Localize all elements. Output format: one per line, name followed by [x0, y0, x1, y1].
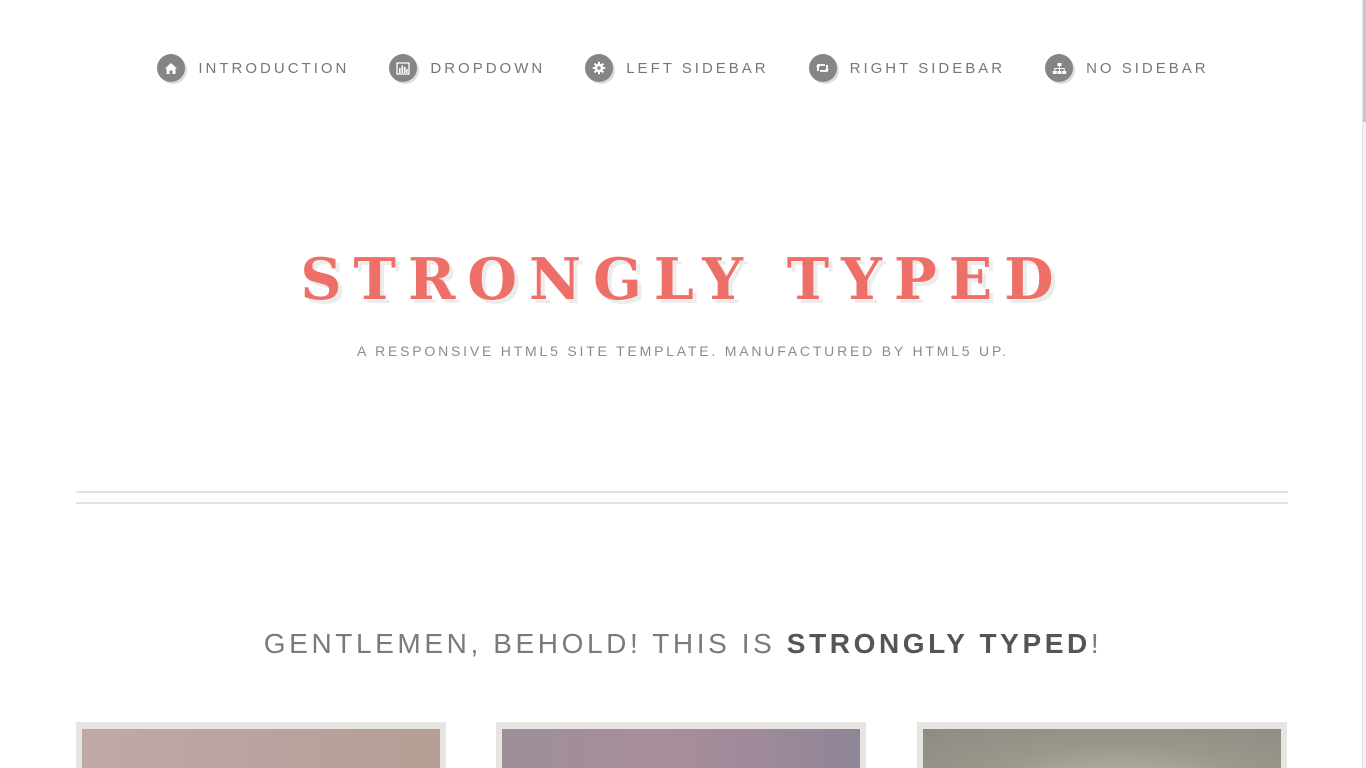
- retweet-icon: [808, 54, 837, 82]
- nav-label: Introduction: [198, 59, 350, 77]
- section-divider-bottom: [76, 502, 1288, 504]
- feature-card: [917, 722, 1287, 768]
- site-title[interactable]: STRONGLY TYPED: [0, 244, 1366, 316]
- main-nav: Introduction Dropdown: [0, 54, 1366, 82]
- nav-item-left-sidebar[interactable]: Left Sidebar: [585, 54, 768, 82]
- nav-item-introduction[interactable]: Introduction: [157, 54, 349, 82]
- sitemap-icon: [1045, 54, 1074, 82]
- intro-heading-suffix: !: [1090, 628, 1103, 659]
- feature-image[interactable]: [82, 729, 440, 768]
- nav-label: Left Sidebar: [626, 59, 769, 77]
- nav-label: No Sidebar: [1086, 59, 1209, 77]
- gear-icon: [585, 54, 614, 82]
- feature-image[interactable]: [923, 729, 1281, 768]
- nav-item-no-sidebar[interactable]: No Sidebar: [1045, 54, 1209, 82]
- nav-label: Dropdown: [430, 59, 546, 77]
- feature-card: [76, 722, 446, 768]
- feature-card: [496, 722, 866, 768]
- intro-heading-strong: STRONGLY TYPED: [786, 628, 1091, 659]
- site-tagline: A RESPONSIVE HTML5 SITE TEMPLATE. MANUFA…: [357, 343, 1009, 359]
- bar-chart-icon: [389, 54, 418, 82]
- home-icon: [157, 54, 186, 82]
- nav-item-right-sidebar[interactable]: Right Sidebar: [808, 54, 1006, 82]
- intro-heading-prefix: GENTLEMEN, BEHOLD! THIS IS: [263, 628, 787, 659]
- intro-heading: GENTLEMEN, BEHOLD! THIS IS STRONGLY TYPE…: [0, 628, 1366, 660]
- page: Introduction Dropdown: [0, 0, 1366, 768]
- nav-label: Right Sidebar: [849, 59, 1006, 77]
- nav-item-dropdown[interactable]: Dropdown: [389, 54, 545, 82]
- feature-image[interactable]: [502, 729, 860, 768]
- section-divider-top: [76, 491, 1288, 493]
